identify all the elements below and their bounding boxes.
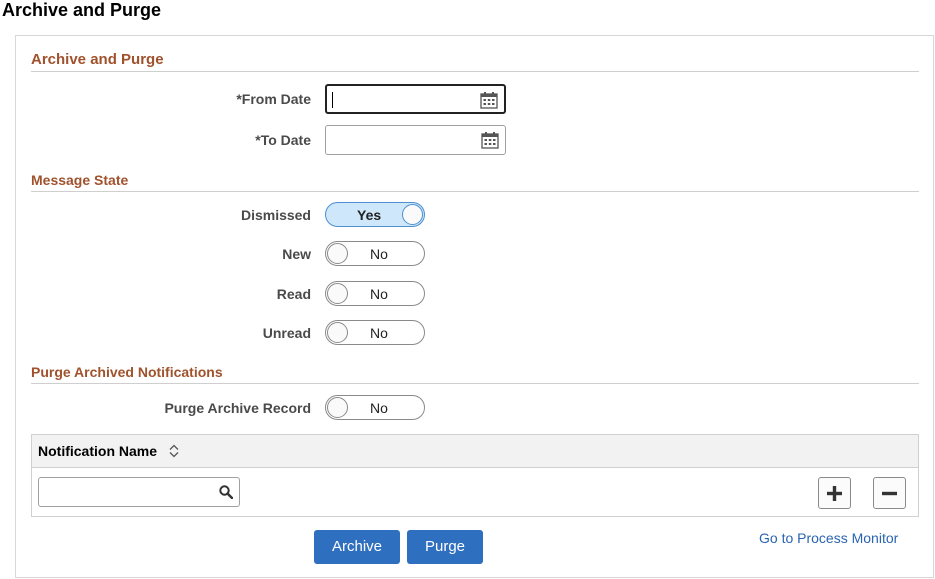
toggle-knob bbox=[327, 397, 348, 418]
section-heading-message-state: Message State bbox=[31, 172, 919, 192]
new-toggle[interactable]: No bbox=[325, 241, 425, 266]
notification-name-column-header[interactable]: Notification Name bbox=[38, 443, 157, 459]
notification-name-field[interactable] bbox=[38, 477, 240, 507]
toggle-knob bbox=[327, 283, 348, 304]
purge-archive-record-toggle[interactable]: No bbox=[325, 395, 425, 420]
to-date-input[interactable] bbox=[331, 130, 471, 150]
toggle-knob bbox=[402, 204, 423, 225]
from-date-label: *From Date bbox=[236, 91, 311, 107]
read-toggle[interactable]: No bbox=[325, 281, 425, 306]
toggle-knob bbox=[327, 243, 348, 264]
grid-header: Notification Name bbox=[32, 435, 918, 468]
purge-archive-record-label: Purge Archive Record bbox=[164, 400, 311, 416]
toggle-knob bbox=[327, 322, 348, 343]
calendar-icon[interactable] bbox=[480, 92, 498, 109]
dismissed-label: Dismissed bbox=[240, 207, 311, 223]
dismissed-toggle[interactable]: Yes bbox=[325, 202, 425, 227]
unread-toggle[interactable]: No bbox=[325, 320, 425, 345]
from-date-field[interactable] bbox=[325, 84, 506, 114]
unread-label: Unread bbox=[262, 325, 311, 341]
delete-row-button[interactable] bbox=[873, 477, 906, 509]
archive-purge-panel: Archive and Purge *From Date *To Date Me… bbox=[15, 35, 934, 578]
from-date-input[interactable] bbox=[332, 90, 472, 110]
page-title: Archive and Purge bbox=[2, 0, 162, 20]
search-icon[interactable] bbox=[219, 485, 233, 499]
section-heading-purge-archived: Purge Archived Notifications bbox=[31, 364, 919, 384]
sort-icon[interactable] bbox=[169, 444, 179, 458]
toggle-state-label: No bbox=[370, 400, 388, 416]
purge-button[interactable]: Purge bbox=[407, 530, 483, 564]
read-label: Read bbox=[276, 286, 311, 302]
notification-grid: Notification Name bbox=[31, 434, 919, 517]
calendar-icon[interactable] bbox=[481, 132, 499, 149]
section-heading-archive-purge: Archive and Purge bbox=[31, 51, 919, 72]
minus-icon bbox=[882, 491, 897, 496]
notification-name-input[interactable] bbox=[44, 483, 214, 501]
plus-icon bbox=[827, 486, 842, 501]
add-row-button[interactable] bbox=[818, 477, 851, 509]
to-date-field[interactable] bbox=[325, 125, 506, 155]
toggle-state-label: Yes bbox=[357, 207, 382, 223]
to-date-label: *To Date bbox=[255, 132, 311, 148]
new-label: New bbox=[282, 246, 311, 262]
process-monitor-link[interactable]: Go to Process Monitor bbox=[759, 530, 898, 546]
text-caret bbox=[332, 92, 333, 108]
toggle-state-label: No bbox=[370, 325, 388, 341]
toggle-state-label: No bbox=[370, 286, 388, 302]
archive-button[interactable]: Archive bbox=[314, 530, 400, 564]
toggle-state-label: No bbox=[370, 246, 388, 262]
